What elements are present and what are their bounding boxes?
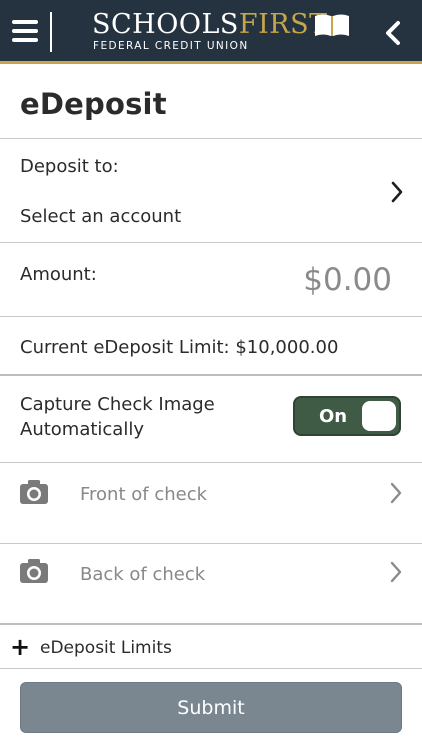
divider	[0, 623, 422, 625]
divider	[0, 668, 422, 669]
capture-label-line1: Capture Check Image	[20, 394, 215, 415]
capture-auto-toggle[interactable]: On	[293, 396, 401, 436]
amount-input[interactable]: $0.00	[303, 262, 392, 298]
logo-schools-text: SCHOOLS	[92, 9, 239, 40]
open-book-icon	[315, 14, 349, 36]
deposit-to-label: Deposit to:	[20, 156, 119, 177]
toggle-knob	[362, 401, 396, 431]
camera-icon	[20, 480, 48, 504]
deposit-account-value: Select an account	[20, 206, 182, 227]
chevron-left-icon[interactable]	[382, 20, 404, 46]
divider	[0, 138, 422, 139]
back-of-check-row[interactable]: Back of check	[0, 544, 422, 624]
deposit-to-selector[interactable]: Deposit to: Select an account	[0, 140, 422, 241]
app-header: SCHOOLSFIRST FEDERAL CREDIT UNION	[0, 0, 422, 64]
submit-button[interactable]: Submit	[20, 682, 402, 733]
chevron-right-icon	[390, 561, 402, 583]
camera-icon	[20, 559, 48, 583]
toggle-on-label: On	[319, 406, 348, 427]
header-divider	[50, 12, 52, 52]
front-of-check-row[interactable]: Front of check	[0, 463, 422, 543]
front-of-check-label: Front of check	[80, 484, 208, 505]
divider	[0, 374, 422, 376]
chevron-right-icon	[391, 181, 403, 203]
back-of-check-label: Back of check	[80, 564, 206, 585]
edeposit-limit-text: Current eDeposit Limit: $10,000.00	[20, 337, 339, 358]
hamburger-menu-icon[interactable]	[12, 20, 38, 44]
logo-subtitle: FEDERAL CREDIT UNION	[93, 40, 249, 52]
edeposit-limits-label: eDeposit Limits	[40, 638, 172, 658]
amount-label: Amount:	[20, 264, 97, 285]
divider	[0, 316, 422, 317]
chevron-right-icon	[390, 482, 402, 504]
capture-label-line2: Automatically	[20, 419, 144, 440]
plus-icon: +	[10, 633, 31, 661]
schoolsfirst-logo: SCHOOLSFIRST FEDERAL CREDIT UNION	[92, 10, 362, 56]
page-title: eDeposit	[20, 87, 167, 121]
divider	[0, 242, 422, 243]
edeposit-limits-toggle[interactable]: + eDeposit Limits	[0, 626, 422, 668]
